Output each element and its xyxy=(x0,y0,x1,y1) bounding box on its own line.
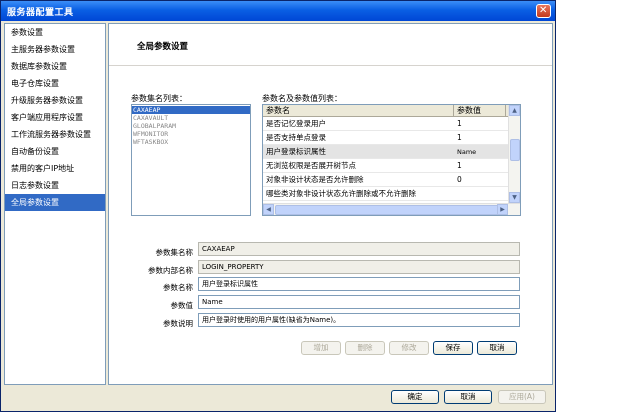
table-row[interactable]: 对象非设计状态是否允许删除 0 xyxy=(263,173,520,187)
list-item[interactable]: GLOBALPARAM xyxy=(132,122,250,130)
sidebar-item-log-params[interactable]: 日志参数设置 xyxy=(5,177,105,194)
delete-button[interactable]: 删除 xyxy=(345,341,385,355)
set-list-label: 参数集名列表： xyxy=(131,94,187,103)
cell-value: 0 xyxy=(457,175,462,184)
grid-header: 参数名 参数值 xyxy=(263,105,520,117)
param-grid[interactable]: 参数名 参数值 是否记忆登录用户 1 是否支持单点登录 1 用户登录标识属性 N… xyxy=(262,104,521,216)
vertical-scrollbar[interactable]: ▲ ▼ xyxy=(508,105,520,203)
table-row[interactable]: 用户登录标识属性 Name xyxy=(263,145,520,159)
cell-value: 1 xyxy=(457,161,462,170)
table-row[interactable]: 哪些类对象非设计状态允许删除或不允许删除 xyxy=(263,187,520,201)
set-name-listbox[interactable]: CAXAEAP CAXAVAULT GLOBALPARAM WFMONITOR … xyxy=(131,104,251,216)
set-name-label: 参数集名称 xyxy=(155,248,194,257)
sidebar-item-upgrade-server[interactable]: 升级服务器参数设置 xyxy=(5,92,105,109)
window-title: 服务器配置工具 xyxy=(7,8,74,18)
background-area xyxy=(556,0,640,412)
sidebar-item-params[interactable]: 参数设置 xyxy=(5,24,105,41)
cell-value: 1 xyxy=(457,119,462,128)
modify-button[interactable]: 修改 xyxy=(389,341,429,355)
param-value-label: 参数值 xyxy=(170,301,194,310)
scroll-thumb[interactable] xyxy=(275,205,501,215)
table-row[interactable]: 是否支持单点登录 1 xyxy=(263,131,520,145)
scroll-up-icon[interactable]: ▲ xyxy=(509,105,520,116)
cell-name: 是否记忆登录用户 xyxy=(266,119,326,128)
horizontal-scrollbar[interactable]: ◀ ▶ xyxy=(263,203,520,215)
scroll-down-icon[interactable]: ▼ xyxy=(509,192,520,203)
param-desc-field[interactable]: 用户登录时使用的用户属性(缺省为Name)。 xyxy=(198,313,520,327)
table-row[interactable]: 无浏览权限是否展开树节点 1 xyxy=(263,159,520,173)
page-title: 全局参数设置 xyxy=(137,42,189,52)
sidebar-item-client-app[interactable]: 客户端应用程序设置 xyxy=(5,109,105,126)
table-row[interactable]: 是否记忆登录用户 1 xyxy=(263,117,520,131)
main-panel: 全局参数设置 参数集名列表： 参数名及参数值列表： CAXAEAP CAXAVA… xyxy=(108,23,553,385)
cell-name: 是否支持单点登录 xyxy=(266,133,326,142)
param-list-label: 参数名及参数值列表： xyxy=(262,94,342,103)
scroll-right-icon[interactable]: ▶ xyxy=(497,204,508,215)
cell-name: 无浏览权限是否展开树节点 xyxy=(266,161,356,170)
sidebar-item-database[interactable]: 数据库参数设置 xyxy=(5,58,105,75)
apply-button[interactable]: 应用(A) xyxy=(498,390,546,404)
scroll-thumb[interactable] xyxy=(510,139,520,161)
internal-name-label: 参数内部名称 xyxy=(148,266,193,275)
cell-value xyxy=(454,187,506,200)
sidebar-item-blocked-ip[interactable]: 禁用的客户IP地址 xyxy=(5,160,105,177)
config-window: 服务器配置工具 ✕ 参数设置 主服务器参数设置 数据库参数设置 电子仓库设置 升… xyxy=(0,0,556,412)
sidebar-item-vault[interactable]: 电子仓库设置 xyxy=(5,75,105,92)
param-name-label: 参数名称 xyxy=(163,283,193,292)
sidebar: 参数设置 主服务器参数设置 数据库参数设置 电子仓库设置 升级服务器参数设置 客… xyxy=(4,23,106,385)
param-name-field[interactable]: 用户登录标识属性 xyxy=(198,277,520,291)
param-value-field[interactable]: Name xyxy=(198,295,520,309)
column-header-value[interactable]: 参数值 xyxy=(454,105,506,116)
list-item[interactable]: CAXAEAP xyxy=(132,106,250,114)
panel-header: 全局参数设置 xyxy=(109,24,552,66)
param-desc-label: 参数说明 xyxy=(163,319,193,328)
list-item[interactable]: WFTASKBOX xyxy=(132,138,250,146)
ok-button[interactable]: 确定 xyxy=(391,390,439,404)
sidebar-item-global-params[interactable]: 全局参数设置 xyxy=(5,194,105,211)
cancel-edit-button[interactable]: 取消 xyxy=(477,341,517,355)
cell-value: Name xyxy=(457,148,477,156)
cell-name: 哪些类对象非设计状态允许删除或不允许删除 xyxy=(266,189,416,198)
internal-name-field[interactable]: LOGIN_PROPERTY xyxy=(198,260,520,274)
list-item[interactable]: WFMONITOR xyxy=(132,130,250,138)
cell-name: 用户登录标识属性 xyxy=(266,147,326,156)
add-button[interactable]: 增加 xyxy=(301,341,341,355)
scroll-left-icon[interactable]: ◀ xyxy=(263,204,274,215)
cell-name: 对象非设计状态是否允许删除 xyxy=(266,175,364,184)
set-name-field[interactable]: CAXAEAP xyxy=(198,242,520,256)
column-header-name[interactable]: 参数名 xyxy=(263,105,454,116)
close-icon[interactable]: ✕ xyxy=(536,4,551,18)
cell-value: 1 xyxy=(457,133,462,142)
title-bar: 服务器配置工具 ✕ xyxy=(1,1,555,21)
save-button[interactable]: 保存 xyxy=(433,341,473,355)
sidebar-item-auto-backup[interactable]: 自动备份设置 xyxy=(5,143,105,160)
cancel-button[interactable]: 取消 xyxy=(444,390,492,404)
sidebar-item-main-server[interactable]: 主服务器参数设置 xyxy=(5,41,105,58)
list-item[interactable]: CAXAVAULT xyxy=(132,114,250,122)
sidebar-item-workflow-server[interactable]: 工作流服务器参数设置 xyxy=(5,126,105,143)
